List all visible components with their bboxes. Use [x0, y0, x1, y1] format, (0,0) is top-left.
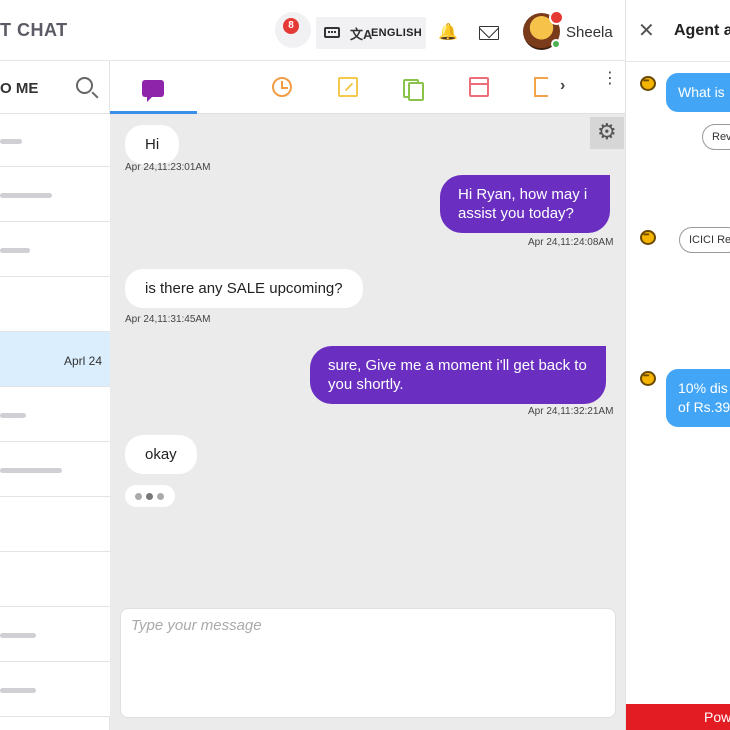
list-item[interactable]	[0, 497, 110, 552]
close-icon[interactable]: ✕	[638, 18, 655, 43]
more-options-icon[interactable]: ⋮	[602, 71, 618, 87]
keyboard-icon	[324, 27, 340, 38]
list-item[interactable]	[0, 387, 110, 442]
list-item[interactable]	[0, 114, 110, 167]
outgoing-message: Hi Ryan, how may i assist you today?	[440, 175, 610, 233]
conversation-list-header: O ME	[0, 61, 110, 114]
outgoing-message: sure, Give me a moment i'll get back to …	[310, 346, 606, 404]
notification-count-badge: 8	[283, 18, 299, 34]
list-item[interactable]	[0, 167, 110, 222]
top-header: T CHAT 8 文A ENGLISH 🔔 Sheela	[0, 0, 625, 61]
language-label: ENGLISH	[371, 27, 422, 39]
incoming-message: okay	[125, 435, 197, 474]
list-item[interactable]	[0, 222, 110, 277]
message-timestamp: Apr 24,11:24:08AM	[528, 237, 614, 248]
brand-title: T CHAT	[0, 20, 68, 40]
ticket-icon[interactable]	[534, 77, 548, 97]
settings-button[interactable]: ⚙	[590, 117, 624, 149]
message-input[interactable]	[131, 617, 601, 634]
copy-icon[interactable]	[403, 77, 424, 101]
chat-toolbar: › ⋮	[110, 61, 625, 114]
message-timestamp: Apr 24,11:23:01AM	[125, 162, 211, 173]
powered-by-bar: Pow	[626, 704, 730, 730]
note-icon[interactable]	[338, 77, 358, 97]
list-item[interactable]	[0, 552, 110, 607]
tab-chat[interactable]	[110, 61, 197, 114]
list-item[interactable]	[0, 607, 110, 662]
bot-icon	[637, 370, 659, 390]
avatar[interactable]	[523, 10, 564, 50]
list-item[interactable]	[0, 662, 110, 717]
message-timestamp: Apr 24,11:31:45AM	[125, 314, 211, 325]
notification-button[interactable]: 8	[275, 12, 311, 48]
status-flag-icon	[549, 10, 564, 25]
search-icon[interactable]	[76, 77, 93, 94]
conversation-list: O ME Aprl 24	[0, 61, 110, 730]
agent-assist-panel: ✕ Agent a What is Rev ICICI Re 10% dis o…	[625, 0, 730, 730]
conversation-list-title: O ME	[0, 80, 39, 97]
agent-suggestion-line: 10% dis	[678, 380, 728, 396]
suggestion-chip[interactable]: ICICI Re	[679, 227, 730, 253]
list-item[interactable]	[0, 277, 110, 332]
agent-suggestion-bubble[interactable]: What is	[666, 73, 730, 112]
message-timestamp: Apr 24,11:32:21AM	[528, 406, 614, 417]
panel-title: Agent a	[674, 22, 730, 39]
bell-icon[interactable]: 🔔	[438, 22, 458, 42]
agent-suggestion-line: of Rs.39	[678, 399, 730, 415]
bot-icon	[637, 229, 659, 249]
translate-icon: 文A	[350, 27, 373, 42]
chat-bubble-icon	[142, 80, 164, 102]
incoming-message: is there any SALE upcoming?	[125, 269, 363, 308]
suggestion-chip[interactable]: Rev	[702, 124, 730, 150]
gear-icon: ⚙	[597, 119, 617, 144]
incoming-message: Hi	[125, 125, 180, 164]
language-selector[interactable]: 文A ENGLISH	[316, 17, 426, 49]
agent-suggestion-bubble[interactable]: 10% dis of Rs.39	[666, 369, 730, 427]
bot-icon	[637, 75, 659, 95]
chevron-right-icon[interactable]: ›	[560, 77, 565, 95]
mail-icon[interactable]	[479, 26, 499, 40]
message-composer[interactable]	[120, 608, 616, 718]
app: T CHAT 8 文A ENGLISH 🔔 Sheela O ME Aprl 2…	[0, 0, 730, 730]
list-item[interactable]	[0, 442, 110, 497]
calendar-icon[interactable]	[469, 77, 489, 97]
typing-indicator	[125, 485, 175, 507]
list-item-active[interactable]: Aprl 24	[0, 332, 110, 387]
user-name[interactable]: Sheela	[566, 24, 613, 41]
chat-area: › ⋮ ⚙ Hi Apr 24,11:23:01AM Hi Ryan, how …	[110, 61, 625, 730]
history-icon[interactable]	[272, 77, 292, 97]
list-item-date: Aprl 24	[63, 354, 102, 368]
divider	[626, 61, 730, 62]
online-status-dot	[551, 39, 561, 49]
